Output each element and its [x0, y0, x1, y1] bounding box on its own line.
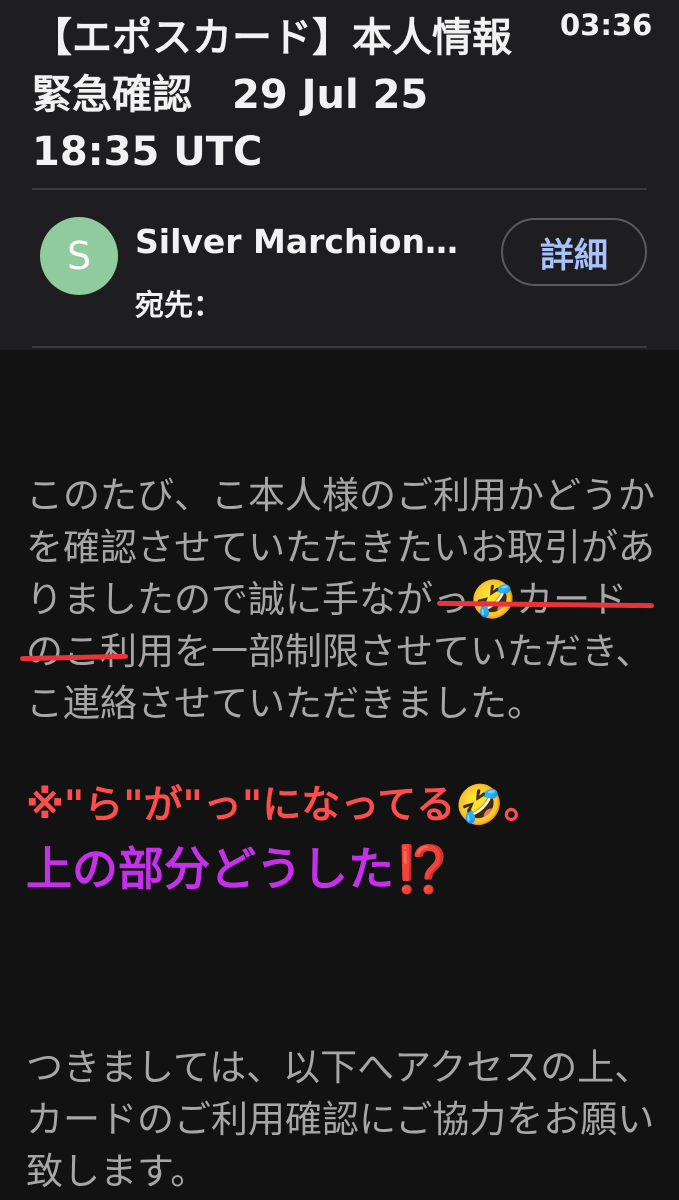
- email-body-paragraph-2: つきましては、以下へアクセスの上、カードのご利用確認にご協力をお願い致します。: [26, 1046, 655, 1193]
- avatar-letter: S: [66, 234, 92, 278]
- email-screen: 【エポスカード】本人情報緊急確認 29 Jul 25 18:35 UTC 03:…: [0, 0, 679, 1200]
- status-time: 03:36: [560, 8, 653, 42]
- email-header: 【エポスカード】本人情報緊急確認 29 Jul 25 18:35 UTC 03:…: [0, 0, 679, 350]
- details-button[interactable]: 詳細: [501, 218, 647, 286]
- email-body-paragraph-1: このたび、こ本人様のご利用かどうかを確認させていたたきたいお取引がありましたので…: [26, 474, 655, 725]
- annotation-red: ※"ら"が"っ"になってる🤣。: [26, 783, 543, 828]
- sender-avatar[interactable]: S: [40, 217, 118, 295]
- sender-name[interactable]: Silver Marchion…: [135, 222, 485, 261]
- header-divider-top: [32, 188, 647, 190]
- header-divider-bottom: [32, 346, 647, 348]
- annotation-purple: 上の部分どうした⁉️: [26, 842, 452, 896]
- email-subject: 【エポスカード】本人情報緊急確認 29 Jul 25 18:35 UTC: [32, 15, 512, 175]
- recipient-label: 宛先：: [135, 288, 223, 322]
